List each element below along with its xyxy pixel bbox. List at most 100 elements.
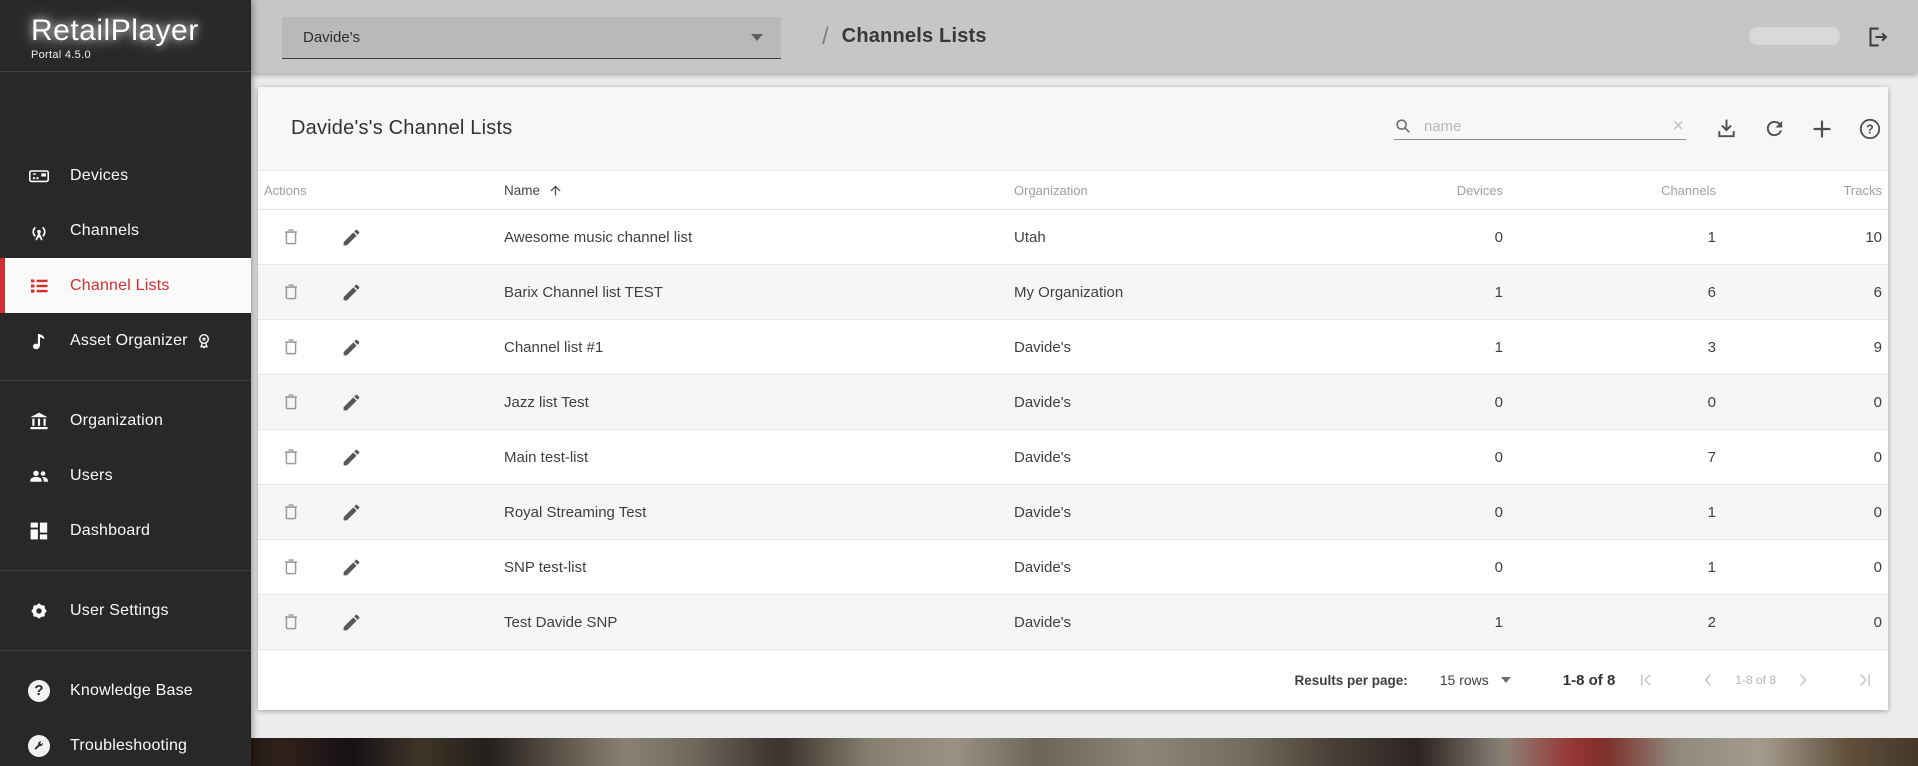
pencil-icon[interactable] [340, 391, 362, 413]
cell-devices: 0 [1303, 394, 1503, 411]
gear-icon [27, 599, 51, 623]
pencil-icon[interactable] [340, 501, 362, 523]
cell-organization: Davide's [1014, 449, 1303, 466]
pencil-icon[interactable] [340, 226, 362, 248]
card-toolbar: × ? [1394, 117, 1882, 141]
sidebar-item-label: Troubleshooting [70, 737, 187, 755]
table-row: Barix Channel list TEST My Organization … [258, 265, 1888, 320]
sidebar-divider [0, 570, 251, 571]
column-header-organization: Organization [1014, 183, 1303, 198]
sidebar-item-users[interactable]: Users [0, 448, 251, 503]
cell-name: Jazz list Test [504, 394, 1014, 411]
sidebar-item-devices[interactable]: Devices [0, 148, 251, 203]
last-page-icon [1855, 670, 1875, 690]
pencil-icon[interactable] [340, 281, 362, 303]
cell-organization: Davide's [1014, 504, 1303, 521]
logout-button[interactable] [1864, 24, 1890, 50]
cell-tracks: 0 [1716, 394, 1882, 411]
row-actions [258, 446, 504, 468]
row-actions [258, 336, 504, 358]
cell-name: Test Davide SNP [504, 614, 1014, 631]
column-header-name[interactable]: Name [504, 183, 1014, 198]
trash-icon[interactable] [280, 501, 302, 523]
trash-icon[interactable] [280, 446, 302, 468]
column-header-channels: Channels [1503, 183, 1716, 198]
cell-devices: 0 [1303, 229, 1503, 246]
trash-icon[interactable] [280, 556, 302, 578]
question-circle-icon: ? [27, 679, 51, 703]
row-actions [258, 501, 504, 523]
sidebar-item-organization[interactable]: Organization [0, 393, 251, 448]
row-actions [258, 556, 504, 578]
trash-icon[interactable] [280, 336, 302, 358]
sidebar-item-troubleshooting[interactable]: Troubleshooting [0, 718, 251, 766]
table-row: Jazz list Test Davide's 0 0 0 [258, 375, 1888, 430]
rows-per-page-value: 15 rows [1440, 672, 1489, 688]
page-title: Davide's's Channel Lists [291, 117, 512, 140]
first-page-button[interactable] [1635, 669, 1657, 691]
sidebar-item-asset-organizer[interactable]: Asset Organizer [0, 313, 251, 368]
sidebar-item-channel-lists[interactable]: Channel Lists [0, 258, 251, 313]
column-header-tracks: Tracks [1716, 183, 1882, 198]
logout-icon [1864, 24, 1890, 50]
app-logo: RetailPlayer [31, 14, 251, 48]
rows-per-page-select[interactable]: 15 rows [1440, 672, 1511, 688]
last-page-button[interactable] [1854, 669, 1876, 691]
dashboard-grid-icon [27, 519, 51, 543]
broadcast-antenna-icon [27, 219, 51, 243]
user-name-redacted [1749, 27, 1840, 45]
cell-name: Royal Streaming Test [504, 504, 1014, 521]
sidebar-item-dashboard[interactable]: Dashboard [0, 503, 251, 558]
refresh-button[interactable] [1762, 117, 1786, 141]
add-button[interactable] [1810, 117, 1834, 141]
sidebar-item-label: User Settings [70, 602, 169, 620]
pencil-icon[interactable] [340, 446, 362, 468]
trash-icon[interactable] [280, 281, 302, 303]
clear-icon[interactable]: × [1670, 117, 1686, 135]
sidebar-nav: Devices Channels Channel Lists As [0, 148, 251, 766]
row-actions [258, 391, 504, 413]
topbar: Davide's / Channels Lists [251, 0, 1918, 73]
breadcrumb-current: Channels Lists [842, 25, 987, 48]
background-photo-blur [251, 738, 1918, 766]
table-row: SNP test-list Davide's 0 1 0 [258, 540, 1888, 595]
trash-icon[interactable] [280, 391, 302, 413]
sidebar-item-user-settings[interactable]: User Settings [0, 583, 251, 638]
organization-selector[interactable]: Davide's [282, 17, 781, 59]
cell-devices: 0 [1303, 504, 1503, 521]
cell-channels: 7 [1503, 449, 1716, 466]
trash-icon[interactable] [280, 226, 302, 248]
column-header-devices: Devices [1303, 183, 1503, 198]
cell-devices: 1 [1303, 339, 1503, 356]
pencil-icon[interactable] [340, 336, 362, 358]
help-button[interactable]: ? [1858, 117, 1882, 141]
search-input[interactable] [1424, 118, 1670, 135]
trash-icon[interactable] [280, 611, 302, 633]
sidebar-item-label: Asset Organizer [70, 332, 213, 350]
pencil-icon[interactable] [340, 611, 362, 633]
cell-tracks: 0 [1716, 504, 1882, 521]
cell-devices: 1 [1303, 614, 1503, 631]
sidebar-item-knowledge-base[interactable]: ? Knowledge Base [0, 663, 251, 718]
table-row: Royal Streaming Test Davide's 0 1 0 [258, 485, 1888, 540]
sidebar-item-label: Organization [70, 412, 163, 430]
list-icon [27, 274, 51, 298]
download-button[interactable] [1714, 117, 1738, 141]
results-per-page-label: Results per page: [1294, 673, 1407, 688]
next-page-button[interactable] [1792, 669, 1814, 691]
sidebar-item-label: Users [70, 467, 113, 485]
sidebar-item-channels[interactable]: Channels [0, 203, 251, 258]
help-icon: ? [1858, 117, 1882, 141]
row-actions [258, 226, 504, 248]
organization-selector-value: Davide's [303, 29, 751, 46]
cell-tracks: 10 [1716, 229, 1882, 246]
cell-name: Channel list #1 [504, 339, 1014, 356]
cell-devices: 1 [1303, 284, 1503, 301]
chevron-left-icon [1698, 670, 1718, 690]
pencil-icon[interactable] [340, 556, 362, 578]
previous-page-button[interactable] [1697, 669, 1719, 691]
table-row: Test Davide SNP Davide's 1 2 0 [258, 595, 1888, 650]
sidebar-item-label: Dashboard [70, 522, 150, 540]
cell-channels: 3 [1503, 339, 1716, 356]
cell-name: Barix Channel list TEST [504, 284, 1014, 301]
